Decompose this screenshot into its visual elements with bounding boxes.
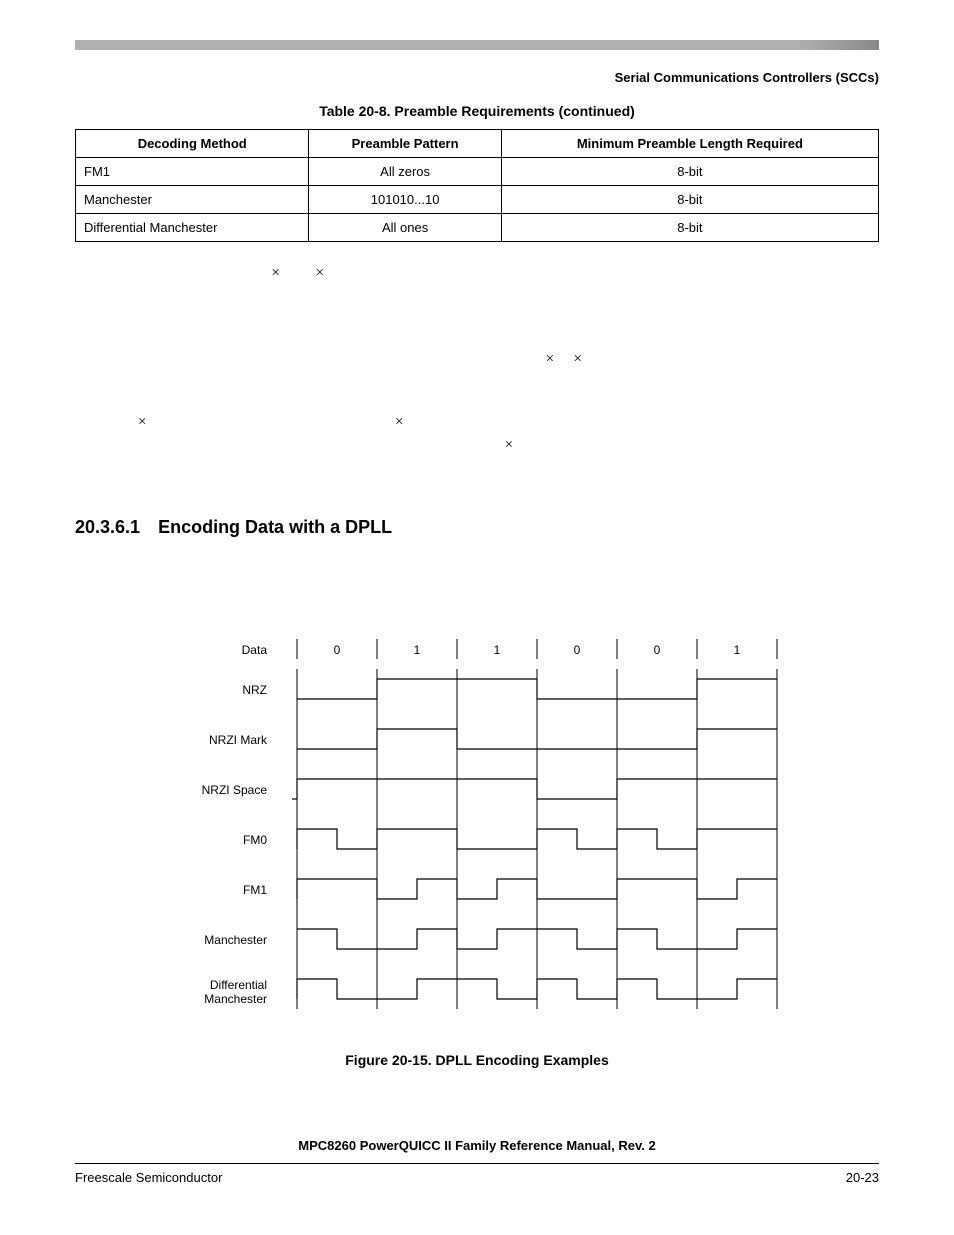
cell-method: Manchester (76, 186, 309, 214)
row-label-fm1: FM1 (243, 883, 267, 897)
cell-pattern: All ones (309, 214, 501, 242)
row-label-diff-manchester-1: Differential (210, 978, 267, 992)
cell-pattern: 101010...10 (309, 186, 501, 214)
table-caption: Table 20-8. Preamble Requirements (conti… (75, 103, 879, 119)
preamble-table: Decoding Method Preamble Pattern Minimum… (75, 129, 879, 242)
dpll-diagram: Data 0 1 1 0 0 1 NRZ NRZI Mark NRZI Spac… (137, 629, 817, 1029)
data-bit: 1 (414, 643, 421, 657)
footer-left: Freescale Semiconductor (75, 1170, 222, 1185)
running-head: Serial Communications Controllers (SCCs) (75, 70, 879, 85)
row-label-nrzi-space: NRZI Space (202, 783, 268, 797)
row-label-fm0: FM0 (243, 833, 267, 847)
section-heading: 20.3.6.1 Encoding Data with a DPLL (75, 517, 879, 538)
data-bit: 1 (494, 643, 501, 657)
th-minlen: Minimum Preamble Length Required (501, 130, 878, 158)
cell-method: FM1 (76, 158, 309, 186)
data-bit: 0 (574, 643, 581, 657)
data-bit: 1 (734, 643, 741, 657)
table-row: FM1 All zeros 8-bit (76, 158, 879, 186)
footer-rule (75, 1163, 879, 1164)
row-label-nrzi-mark: NRZI Mark (209, 733, 268, 747)
data-bit: 0 (654, 643, 661, 657)
row-label-manchester: Manchester (204, 933, 267, 947)
row-label-diff-manchester-2: Manchester (204, 992, 267, 1006)
section-number: 20.3.6.1 (75, 517, 140, 538)
cell-min: 8-bit (501, 214, 878, 242)
figure-caption: Figure 20-15. DPLL Encoding Examples (75, 1052, 879, 1068)
section-title: Encoding Data with a DPLL (158, 517, 392, 537)
footer: MPC8260 PowerQUICC II Family Reference M… (75, 1138, 879, 1185)
cell-method: Differential Manchester (76, 214, 309, 242)
cell-min: 8-bit (501, 186, 878, 214)
data-bit: 0 (334, 643, 341, 657)
row-label-nrz: NRZ (242, 683, 267, 697)
paragraph-1: The DPLL is driven by a clock 8× or 16× … (75, 262, 879, 391)
table-row: Differential Manchester All ones 8-bit (76, 214, 879, 242)
page: Serial Communications Controllers (SCCs)… (0, 0, 954, 1235)
section-body: The DPLL can be programmed to encode and… (75, 558, 879, 579)
table-row: Manchester 101010...10 8-bit (76, 186, 879, 214)
footer-manual: MPC8260 PowerQUICC II Family Reference M… (75, 1138, 879, 1153)
th-pattern: Preamble Pattern (309, 130, 501, 158)
footer-right: 20-23 (846, 1170, 879, 1185)
cell-pattern: All zeros (309, 158, 501, 186)
paragraph-2: With the 8× option, DPLL has 16K maximum… (75, 411, 879, 477)
row-label-data: Data (242, 643, 268, 657)
figure: Data 0 1 1 0 0 1 NRZ NRZI Mark NRZI Spac… (75, 629, 879, 1068)
header-bar (75, 40, 879, 50)
th-decoding: Decoding Method (76, 130, 309, 158)
cell-min: 8-bit (501, 158, 878, 186)
